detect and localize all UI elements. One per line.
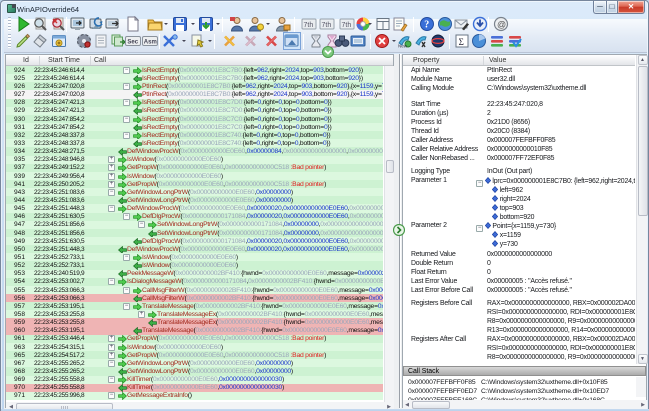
svg-text:Asm: Asm [144, 40, 157, 46]
svg-text:@: @ [497, 20, 506, 30]
svg-text:?: ? [424, 20, 429, 31]
svg-text:New: New [398, 44, 408, 49]
svg-text:7th: 7th [304, 22, 314, 29]
svg-text:7th: 7th [342, 22, 352, 29]
svg-text:Sec: Sec [127, 40, 138, 46]
svg-text:Σ: Σ [459, 37, 464, 47]
svg-text:7th: 7th [322, 22, 332, 29]
